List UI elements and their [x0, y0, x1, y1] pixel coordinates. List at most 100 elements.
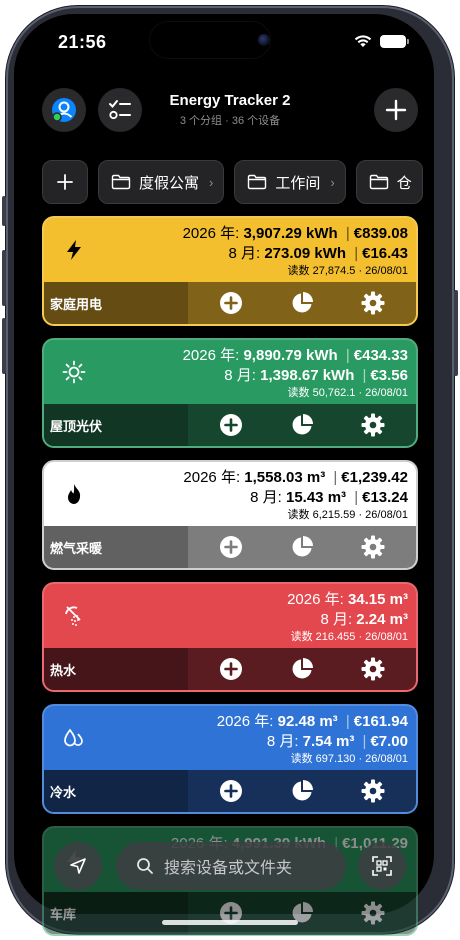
location-button[interactable] — [54, 842, 102, 890]
settings-button[interactable] — [361, 657, 385, 681]
year-row: 2026 年: 9,890.79 kWh | €434.33 — [183, 346, 408, 366]
folder-chip-1[interactable]: 工作间 › — [234, 160, 346, 204]
card-action-bar: 家庭用电 — [44, 282, 416, 324]
year-label: 2026 年: — [287, 591, 344, 608]
add-reading-button[interactable] — [219, 291, 243, 315]
device-card[interactable]: 2026 年: 92.48 m³ | €161.94 8 月: 7.54 m³ |… — [42, 704, 418, 814]
folder-label: 度假公寓 — [139, 174, 200, 192]
statistics-button[interactable] — [290, 291, 314, 315]
add-device-button[interactable] — [374, 88, 418, 132]
card-summary: 2026 年: 34.15 m³ 8 月: 2.24 m³ 读数 216.455… — [44, 584, 416, 650]
month-amount: 273.09 kWh — [264, 245, 347, 262]
status-icons — [354, 34, 409, 48]
settings-button[interactable] — [361, 535, 385, 559]
plus-circle-icon — [220, 292, 243, 314]
divider: | — [345, 347, 350, 364]
card-actions — [188, 892, 416, 934]
card-summary: 2026 年: 1,558.03 m³ | €1,239.42 8 月: 15.4… — [44, 462, 416, 528]
month-cost: €3.56 — [370, 367, 408, 384]
card-stats: 2026 年: 92.48 m³ | €161.94 8 月: 7.54 m³ |… — [217, 712, 408, 767]
year-row: 2026 年: 1,558.03 m³ | €1,239.42 — [183, 468, 408, 488]
scan-button[interactable] — [358, 842, 406, 890]
divider: | — [333, 469, 338, 486]
profile-button[interactable] — [42, 88, 86, 132]
month-cost: €13.24 — [362, 489, 408, 506]
card-stats: 2026 年: 34.15 m³ 8 月: 2.24 m³ 读数 216.455… — [287, 590, 408, 645]
bolt-icon — [67, 240, 81, 260]
shower-icon — [65, 606, 81, 626]
add-reading-button[interactable] — [219, 779, 243, 803]
gear-icon — [361, 901, 385, 925]
folder-chip-0[interactable]: 度假公寓 › — [98, 160, 225, 204]
device-card[interactable]: 2026 年: 1,558.03 m³ | €1,239.42 8 月: 15.4… — [42, 460, 418, 570]
month-row: 8 月: 7.54 m³ | €7.00 — [217, 732, 408, 752]
card-actions — [188, 770, 416, 812]
sun-icon — [62, 360, 86, 384]
last-reading: 读数 27,874.5 · 26/08/01 — [287, 265, 408, 277]
year-label: 2026 年: — [216, 713, 274, 730]
month-amount: 7.54 m³ — [302, 733, 355, 750]
card-summary: 2026 年: 3,907.29 kWh | €839.08 8 月: 273.0… — [44, 218, 416, 284]
flame-icon — [68, 484, 81, 504]
last-reading: 读数 216.455 · 26/08/01 — [290, 631, 408, 643]
card-actions — [188, 648, 416, 690]
settings-button[interactable] — [361, 779, 385, 803]
device-name: 燃气采暖 — [44, 526, 188, 568]
statistics-button[interactable] — [290, 413, 314, 437]
drops-icon — [64, 728, 83, 747]
folder-row: 度假公寓 › 工作间 › 仓 — [42, 160, 426, 204]
pie-chart-icon — [292, 658, 313, 679]
year-row: 2026 年: 92.48 m³ | €161.94 — [217, 712, 408, 732]
profile-icon — [52, 98, 76, 122]
add-reading-button[interactable] — [219, 413, 243, 437]
year-label: 2026 年: — [182, 347, 240, 364]
pie-chart-icon — [292, 414, 313, 435]
year-cost: €839.08 — [353, 225, 408, 242]
card-action-bar: 冷水 — [44, 770, 416, 812]
gear-icon — [361, 535, 385, 559]
add-reading-button[interactable] — [219, 657, 243, 681]
settings-button[interactable] — [361, 413, 385, 437]
qr-scan-icon — [372, 856, 392, 876]
device-name: 热水 — [44, 648, 188, 690]
wifi-icon — [354, 35, 372, 47]
last-reading: 读数 697.130 · 26/08/01 — [290, 753, 408, 765]
folder-icon — [111, 174, 131, 190]
settings-button[interactable] — [361, 291, 385, 315]
statistics-button[interactable] — [290, 657, 314, 681]
gear-icon — [361, 779, 385, 803]
page-header: Energy Tracker 2 3 个分组 · 36 个设备 — [130, 92, 330, 128]
app-title: Energy Tracker 2 — [169, 92, 291, 109]
card-stats: 2026 年: 1,558.03 m³ | €1,239.42 8 月: 15.4… — [183, 468, 408, 523]
volume-down-button — [2, 318, 6, 374]
search-field[interactable]: 搜索设备或文件夹 — [116, 842, 346, 890]
device-name: 屋顶光伏 — [44, 404, 188, 446]
chevron-right-icon: › — [209, 174, 214, 190]
dynamic-island — [150, 22, 270, 58]
add-folder-button[interactable] — [42, 160, 88, 204]
year-row: 2026 年: 34.15 m³ — [287, 590, 408, 610]
statistics-button[interactable] — [290, 779, 314, 803]
volume-up-button — [2, 250, 6, 306]
month-amount: 2.24 m³ — [356, 611, 408, 628]
month-row: 8 月: 15.43 m³ | €13.24 — [183, 488, 408, 508]
device-card[interactable]: 2026 年: 34.15 m³ 8 月: 2.24 m³ 读数 216.455… — [42, 582, 418, 692]
chevron-right-icon: › — [330, 174, 335, 190]
device-name: 车库 — [44, 892, 188, 934]
folder-icon — [248, 174, 267, 190]
battery-icon — [380, 34, 409, 48]
month-label: 8 月: — [250, 489, 282, 506]
settings-button[interactable] — [361, 901, 385, 925]
month-label: 8 月: — [266, 733, 299, 750]
camera-icon — [258, 34, 270, 46]
add-reading-button[interactable] — [219, 535, 243, 559]
card-action-bar: 车库 — [44, 892, 416, 934]
statistics-button[interactable] — [290, 535, 314, 559]
pie-chart-icon — [292, 292, 313, 313]
device-card[interactable]: 2026 年: 3,907.29 kWh | €839.08 8 月: 273.0… — [42, 216, 418, 326]
plus-circle-icon — [220, 658, 243, 680]
month-row: 8 月: 1,398.67 kWh | €3.56 — [183, 366, 408, 386]
folder-chip-2[interactable]: 仓 — [355, 160, 423, 204]
plus-icon — [385, 99, 407, 121]
device-card[interactable]: 2026 年: 9,890.79 kWh | €434.33 8 月: 1,398… — [42, 338, 418, 448]
